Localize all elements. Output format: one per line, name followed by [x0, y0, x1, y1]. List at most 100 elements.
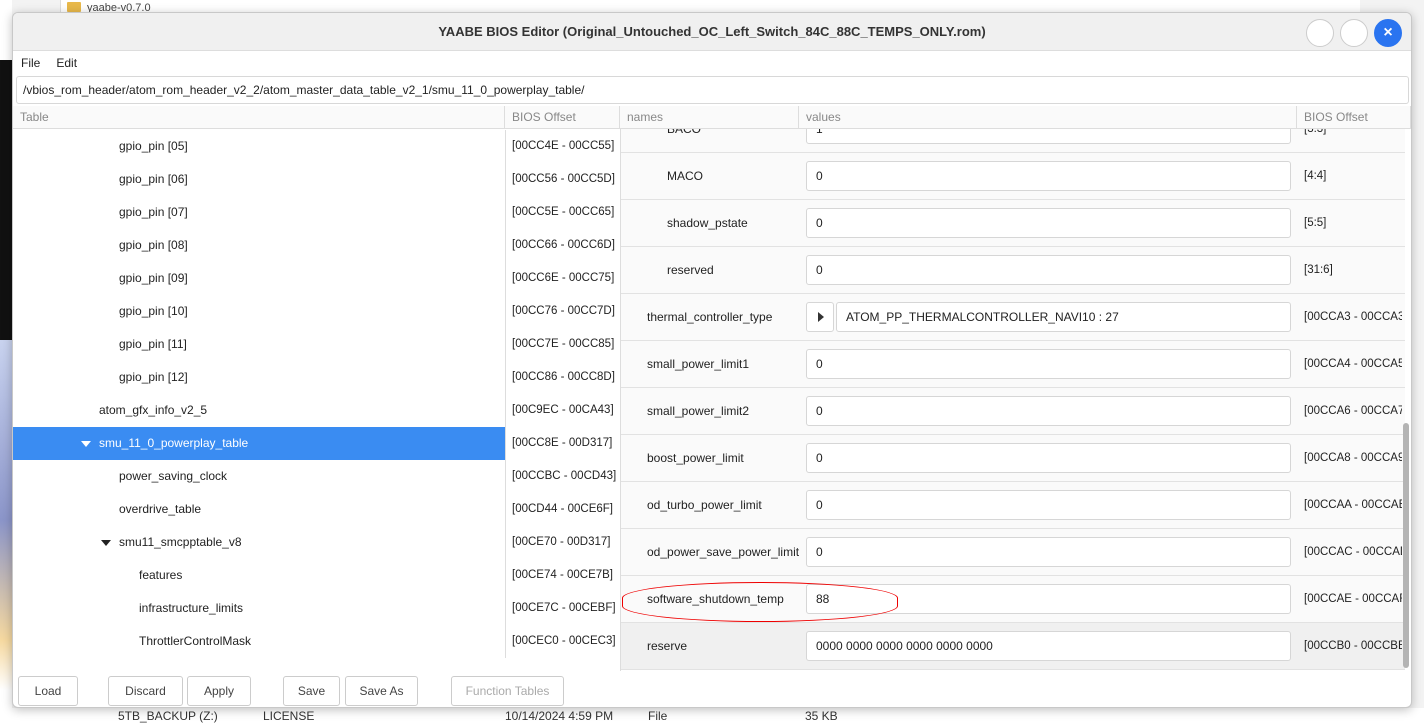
- file-size: 35 KB: [805, 709, 838, 723]
- field-name: reserved: [667, 263, 714, 277]
- expanded-triangle-icon[interactable]: [81, 441, 91, 447]
- header-values[interactable]: values: [799, 106, 1297, 129]
- tree-row-offset: [00CC86 - 00CC8D]: [505, 361, 620, 394]
- tree-row-offset: [00CE70 - 00D317]: [505, 526, 620, 559]
- tree-row[interactable]: gpio_pin [09] [00CC6E - 00CC75]: [13, 262, 620, 295]
- file-type: File: [648, 709, 668, 723]
- explorer-row: 5TB_BACKUP (Z:) LICENSE 10/14/2024 4:59 …: [0, 708, 1424, 725]
- field-offset: [5:5]: [1304, 217, 1327, 229]
- table-tree: gpio_pin [05] [00CC4E - 00CC55] gpio_pin […: [13, 129, 620, 671]
- tree-row[interactable]: gpio_pin [08] [00CC66 - 00CC6D]: [13, 229, 620, 262]
- save-as-button[interactable]: Save As: [345, 676, 418, 706]
- field-offset: [00CCAC - 00CCAD]: [1304, 546, 1402, 558]
- tree-row-offset: [00CE7C - 00CEBF]: [505, 592, 620, 625]
- field-row: MACO 0 [4:4]: [621, 153, 1405, 200]
- tree-row[interactable]: power_saving_clock [00CCBC - 00CD43]: [13, 460, 620, 493]
- field-value[interactable]: 0: [806, 161, 1291, 191]
- apply-button[interactable]: Apply: [187, 676, 251, 706]
- tree-row[interactable]: features [00CE74 - 00CE7B]: [13, 559, 620, 592]
- header-table[interactable]: Table: [13, 106, 505, 129]
- field-value[interactable]: 0: [806, 443, 1291, 473]
- tree-row[interactable]: smu_11_0_powerplay_table [00CC8E - 00D317…: [13, 427, 620, 460]
- tree-row[interactable]: gpio_pin [07] [00CC5E - 00CC65]: [13, 196, 620, 229]
- tree-row-name: ThrottlerControlMask: [13, 625, 505, 658]
- save-button[interactable]: Save: [283, 676, 340, 706]
- tree-row-offset: [00CEC0 - 00CEC3]: [505, 625, 620, 658]
- tree-row-offset: [00CC7E - 00CC85]: [505, 328, 620, 361]
- field-row: BACO 1 [3:3]: [621, 129, 1405, 153]
- tree-row-offset: [00C9EC - 00CA43]: [505, 394, 620, 427]
- field-name: thermal_controller_type: [647, 310, 773, 324]
- field-name: od_power_save_power_limit: [647, 545, 800, 559]
- tree-row-offset: [00CC8E - 00D317]: [505, 427, 620, 460]
- tree-row-offset: [00CC66 - 00CC6D]: [505, 229, 620, 262]
- tree-row-label: gpio_pin [09]: [119, 271, 188, 285]
- field-value[interactable]: 0: [806, 255, 1291, 285]
- drive-label[interactable]: 5TB_BACKUP (Z:): [118, 709, 218, 723]
- tree-row-offset: [00CE74 - 00CE7B]: [505, 559, 620, 592]
- tree-row-label: atom_gfx_info_v2_5: [99, 403, 208, 417]
- header-bios-offset[interactable]: BIOS Offset: [505, 106, 620, 129]
- file-date: 10/14/2024 4:59 PM: [505, 709, 614, 723]
- maximize-button[interactable]: [1340, 19, 1368, 47]
- tree-row[interactable]: gpio_pin [05] [00CC4E - 00CC55]: [13, 130, 620, 163]
- field-value[interactable]: 0: [806, 208, 1291, 238]
- field-offset: [00CCA6 - 00CCA7]: [1304, 405, 1402, 417]
- header-right-offset[interactable]: BIOS Offset: [1297, 106, 1411, 129]
- tree-row-name: overdrive_table: [13, 493, 505, 526]
- tree-row-label: ThrottlerControlMask: [139, 634, 252, 648]
- field-value[interactable]: 0: [806, 349, 1291, 379]
- tree-row[interactable]: ThrottlerControlMask [00CEC0 - 00CEC3]: [13, 625, 620, 658]
- tree-row[interactable]: gpio_pin [06] [00CC56 - 00CC5D]: [13, 163, 620, 196]
- tree-row-label: power_saving_clock: [119, 469, 228, 483]
- highlight-annotation: [622, 582, 898, 622]
- tree-row-offset: [00CC56 - 00CC5D]: [505, 163, 620, 196]
- tree-row-name: features: [13, 559, 505, 592]
- menu-bar: File Edit: [13, 51, 1411, 75]
- title-bar: YAABE BIOS Editor (Original_Untouched_OC…: [13, 13, 1411, 51]
- header-names[interactable]: names: [620, 106, 799, 129]
- tree-row[interactable]: gpio_pin [12] [00CC86 - 00CC8D]: [13, 361, 620, 394]
- tree-row[interactable]: overdrive_table [00CD44 - 00CE6F]: [13, 493, 620, 526]
- field-offset: [00CCA4 - 00CCA5]: [1304, 358, 1402, 370]
- tree-row-label: gpio_pin [12]: [119, 370, 188, 384]
- tree-row-label: smu11_smcpptable_v8: [119, 535, 242, 549]
- minimize-button[interactable]: [1306, 19, 1334, 47]
- field-value[interactable]: 0: [806, 396, 1291, 426]
- tree-row[interactable]: gpio_pin [11] [00CC7E - 00CC85]: [13, 328, 620, 361]
- field-row: reserve 0000 0000 0000 0000 0000 0000 [00C…: [621, 623, 1405, 670]
- tree-row-name: gpio_pin [09]: [13, 262, 505, 295]
- tree-row[interactable]: infrastructure_limits [00CE7C - 00CEBF]: [13, 592, 620, 625]
- discard-button[interactable]: Discard: [108, 676, 183, 706]
- tree-row-name: gpio_pin [07]: [13, 196, 505, 229]
- field-name: small_power_limit2: [647, 404, 750, 418]
- tree-row[interactable]: atom_gfx_info_v2_5 [00C9EC - 00CA43]: [13, 394, 620, 427]
- file-name[interactable]: LICENSE: [263, 709, 314, 723]
- menu-edit[interactable]: Edit: [56, 56, 77, 70]
- field-offset: [00CCA8 - 00CCA9]: [1304, 452, 1402, 464]
- tree-row-name: gpio_pin [08]: [13, 229, 505, 262]
- tree-row[interactable]: gpio_pin [10] [00CC76 - 00CC7D]: [13, 295, 620, 328]
- field-row: boost_power_limit 0 [00CCA8 - 00CCA9]: [621, 435, 1405, 482]
- expanded-triangle-icon[interactable]: [101, 540, 111, 546]
- field-name: od_turbo_power_limit: [647, 498, 762, 512]
- tree-row-name: atom_gfx_info_v2_5: [13, 394, 505, 427]
- field-name: shadow_pstate: [667, 216, 748, 230]
- field-value[interactable]: 0000 0000 0000 0000 0000 0000: [806, 631, 1291, 661]
- expand-enum-button[interactable]: [806, 302, 834, 332]
- tree-row[interactable]: smu11_smcpptable_v8 [00CE70 - 00D317]: [13, 526, 620, 559]
- close-button[interactable]: ×: [1374, 19, 1402, 47]
- path-input[interactable]: /vbios_rom_header/atom_rom_header_v2_2/a…: [16, 76, 1409, 104]
- field-value[interactable]: 0: [806, 537, 1291, 567]
- values-scrollbar[interactable]: [1403, 423, 1409, 668]
- menu-file[interactable]: File: [21, 56, 40, 70]
- tree-row-name: smu11_smcpptable_v8: [13, 526, 505, 559]
- tree-row-label: overdrive_table: [119, 502, 202, 516]
- field-value[interactable]: 1: [806, 129, 1291, 144]
- load-button[interactable]: Load: [18, 676, 78, 706]
- field-value[interactable]: 0: [806, 490, 1291, 520]
- field-row: small_power_limit1 0 [00CCA4 - 00CCA5]: [621, 341, 1405, 388]
- tree-row-offset: [00CC76 - 00CC7D]: [505, 295, 620, 328]
- field-value[interactable]: ATOM_PP_THERMALCONTROLLER_NAVI10 : 27: [836, 302, 1291, 332]
- tree-row-label: smu_11_0_powerplay_table: [99, 436, 249, 450]
